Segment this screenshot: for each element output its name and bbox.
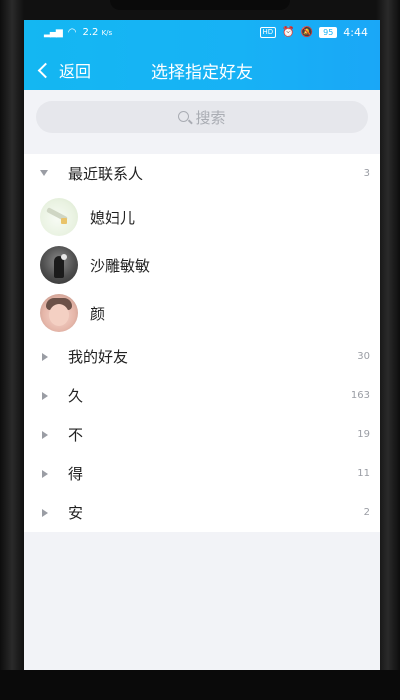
avatar — [40, 246, 78, 284]
group-label: 我的好友 — [68, 348, 129, 366]
contact-item[interactable]: 媳妇儿 — [24, 193, 380, 241]
group-an[interactable]: 安 2 — [24, 493, 380, 532]
avatar — [40, 294, 78, 332]
speed-value: 2.2 — [82, 27, 99, 38]
nav-bar: 返回 选择指定好友 — [24, 54, 380, 84]
friend-list: 最近联系人 3 媳妇儿 沙雕敏敏 颜 我的好友 30 久 163 不 19 得 … — [24, 154, 380, 532]
header: ▂▄▆ ◠ 2.2 K/s HD ⏰ 🔕 95 4:44 返回 选择指定好友 — [24, 20, 380, 90]
contact-name: 颜 — [90, 304, 106, 323]
search-area: 搜索 — [24, 90, 380, 154]
phone-bottom — [0, 670, 400, 700]
hd-badge: HD — [259, 27, 277, 38]
status-right: HD ⏰ 🔕 95 4:44 — [259, 26, 368, 39]
alarm-icon: ⏰ — [282, 27, 295, 38]
caret-right-icon — [42, 430, 48, 439]
group-jiu[interactable]: 久 163 — [24, 376, 380, 415]
contact-name: 沙雕敏敏 — [90, 256, 151, 275]
group-count: 11 — [357, 468, 370, 479]
search-input[interactable]: 搜索 — [36, 101, 368, 133]
group-count: 30 — [357, 351, 370, 362]
contact-item[interactable]: 颜 — [24, 289, 380, 337]
search-icon — [178, 110, 190, 122]
group-bu[interactable]: 不 19 — [24, 415, 380, 454]
group-count: 163 — [350, 390, 370, 401]
group-de[interactable]: 得 11 — [24, 454, 380, 493]
group-recent[interactable]: 最近联系人 3 — [24, 154, 380, 193]
group-count: 19 — [357, 429, 370, 440]
battery-indicator: 95 — [319, 27, 338, 38]
contact-item[interactable]: 沙雕敏敏 — [24, 241, 380, 289]
network-speed: 2.2 K/s — [83, 27, 113, 38]
speed-unit: K/s — [101, 29, 113, 37]
group-count: 2 — [363, 507, 370, 518]
group-my-friends[interactable]: 我的好友 30 — [24, 337, 380, 376]
group-count: 3 — [363, 168, 370, 179]
wifi-icon: ◠ — [67, 27, 77, 38]
group-label: 得 — [68, 465, 84, 483]
group-label: 最近联系人 — [68, 165, 144, 183]
avatar-art — [61, 218, 67, 224]
search-placeholder: 搜索 — [195, 108, 226, 127]
signal-icon: ▂▄▆ — [44, 27, 63, 38]
status-bar: ▂▄▆ ◠ 2.2 K/s HD ⏰ 🔕 95 4:44 — [24, 20, 380, 46]
caret-right-icon — [42, 469, 48, 478]
caret-right-icon — [42, 352, 48, 361]
phone-notch — [110, 0, 290, 10]
avatar-art — [61, 254, 67, 260]
group-label: 久 — [68, 387, 84, 405]
mute-icon: 🔕 — [300, 27, 314, 38]
group-label: 安 — [68, 504, 84, 522]
avatar-art — [49, 304, 69, 326]
status-left: ▂▄▆ ◠ 2.2 K/s — [44, 27, 112, 38]
app-screen: ▂▄▆ ◠ 2.2 K/s HD ⏰ 🔕 95 4:44 返回 选择指定好友 搜… — [24, 20, 380, 690]
page-title: 选择指定好友 — [151, 63, 253, 83]
avatar — [40, 198, 78, 236]
caret-right-icon — [42, 508, 48, 517]
clock: 4:44 — [343, 26, 368, 39]
contact-name: 媳妇儿 — [90, 208, 136, 227]
group-label: 不 — [68, 426, 84, 444]
caret-right-icon — [42, 391, 48, 400]
caret-down-icon — [40, 170, 48, 176]
